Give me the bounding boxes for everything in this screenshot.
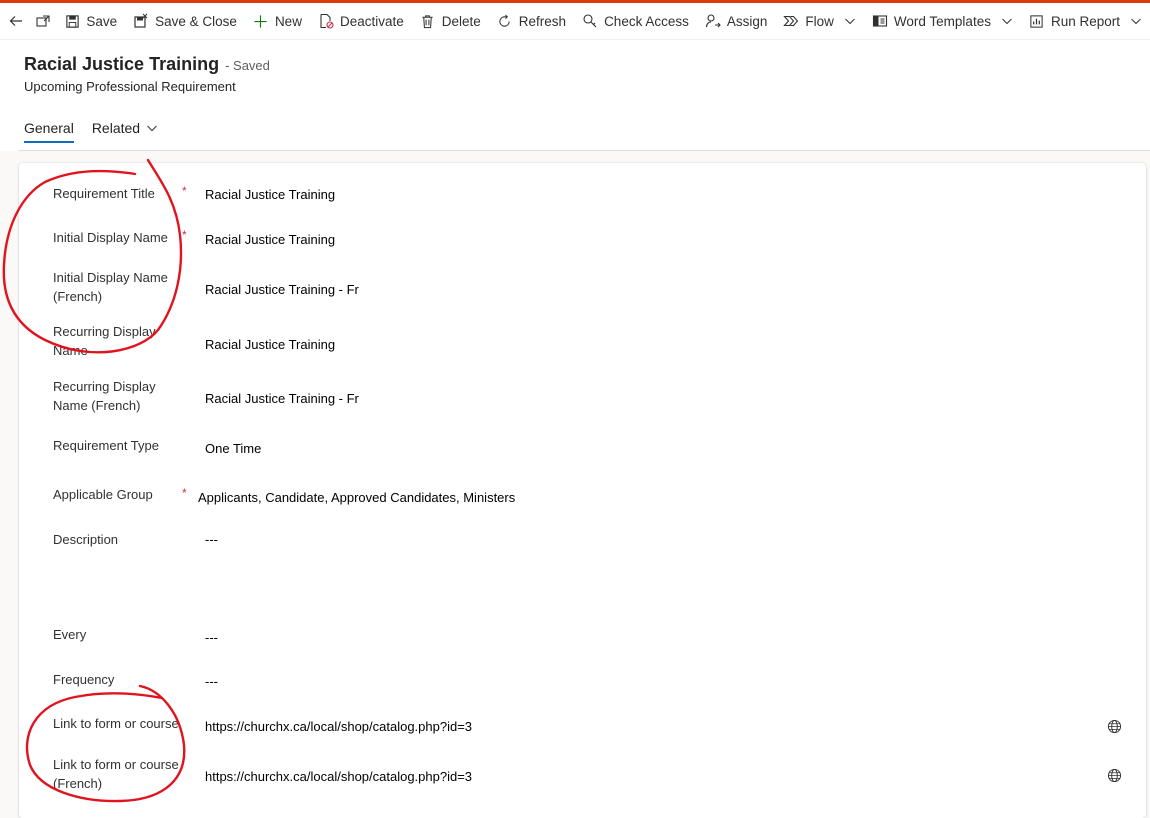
check-access-button[interactable]: Check Access (574, 3, 697, 39)
deactivate-button-label: Deactivate (339, 13, 404, 29)
assign-button[interactable]: Assign (697, 3, 776, 39)
field-value-applicable-group[interactable]: Applicants, Candidate, Approved Candidat… (198, 489, 515, 507)
field-value-every[interactable]: --- (205, 629, 218, 647)
check-access-button-label: Check Access (604, 13, 689, 29)
record-header: Racial Justice Training - Saved Upcoming… (24, 54, 270, 94)
tab-related[interactable]: Related (92, 113, 158, 143)
save-button[interactable]: Save (56, 3, 125, 39)
field-label-description: Description (53, 532, 119, 547)
flow-button[interactable]: Flow (775, 3, 864, 39)
globe-icon[interactable] (1107, 768, 1122, 783)
plus-icon (254, 14, 268, 28)
refresh-icon (499, 14, 510, 27)
new-button-label: New (274, 13, 302, 29)
field-value-link-to-form-or-course[interactable]: https://churchx.ca/local/shop/catalog.ph… (205, 718, 472, 736)
field-value-requirement-title[interactable]: Racial Justice Training (205, 186, 335, 204)
run-report-button[interactable]: Run Report (1021, 3, 1150, 39)
field-value-frequency[interactable]: --- (205, 673, 218, 691)
tab-related-label: Related (91, 120, 141, 136)
command-bar: Save Save & Close New Deactivate Delete … (0, 3, 1150, 40)
assign-button-label: Assign (726, 13, 768, 29)
refresh-button[interactable]: Refresh (489, 3, 574, 39)
word-templates-button[interactable]: Word Templates (864, 3, 1021, 39)
chevron-down-icon (1002, 18, 1012, 25)
chevron-down-icon (147, 125, 157, 132)
globe-icon[interactable] (1107, 719, 1122, 734)
required-marker: * (182, 228, 187, 242)
field-label-initial-display-name-french: Initial Display Name (French) (53, 270, 168, 304)
word-templates-icon (872, 15, 887, 27)
run-report-icon (1030, 14, 1044, 28)
field-value-initial-display-name[interactable]: Racial Justice Training (205, 231, 335, 249)
field-label-applicable-group: Applicable Group (53, 487, 153, 502)
tab-general[interactable]: General (24, 113, 74, 143)
field-value-initial-display-name-french[interactable]: Racial Justice Training - Fr (205, 281, 359, 299)
field-label-requirement-type: Requirement Type (53, 438, 159, 453)
assign-icon (705, 14, 721, 28)
required-marker: * (182, 184, 187, 198)
word-templates-button-label: Word Templates (893, 13, 991, 29)
chevron-down-icon (845, 18, 855, 25)
flow-button-label: Flow (805, 13, 834, 29)
save-close-icon (134, 13, 148, 28)
record-title: Racial Justice Training (24, 54, 220, 74)
field-label-link-to-form-or-course-french: Link to form or course (French) (53, 757, 179, 791)
field-value-recurring-display-name-french[interactable]: Racial Justice Training - Fr (205, 390, 359, 408)
form-tabs: General Related (24, 113, 176, 143)
delete-button[interactable]: Delete (412, 3, 489, 39)
back-button[interactable] (6, 3, 27, 39)
save-icon (66, 14, 79, 28)
chevron-down-icon (1131, 18, 1141, 25)
tab-general-label: General (24, 120, 74, 136)
entity-type-label: Upcoming Professional Requirement (24, 79, 236, 94)
deactivate-button[interactable]: Deactivate (310, 3, 412, 39)
field-label-frequency: Frequency (53, 672, 115, 687)
save-and-close-button[interactable]: Save & Close (125, 3, 245, 39)
save-button-label: Save (86, 13, 118, 29)
new-button[interactable]: New (245, 3, 310, 39)
delete-button-label: Delete (441, 13, 481, 29)
trash-icon (422, 14, 433, 28)
open-in-new-window-button[interactable] (33, 3, 54, 39)
field-label-requirement-title: Requirement Title (53, 186, 155, 201)
save-status: - Saved (225, 58, 270, 73)
field-value-recurring-display-name[interactable]: Racial Justice Training (205, 336, 335, 354)
flow-icon (783, 15, 799, 27)
required-marker: * (182, 486, 187, 500)
field-value-description[interactable]: --- (205, 531, 218, 549)
save-and-close-label: Save & Close (155, 13, 237, 29)
field-label-link-to-form-or-course: Link to form or course (53, 716, 179, 731)
arrow-left-icon (9, 16, 23, 26)
refresh-button-label: Refresh (518, 13, 567, 29)
open-in-new-window-icon (36, 15, 50, 27)
field-label-recurring-display-name-french: Recurring Display Name (French) (53, 379, 156, 413)
field-label-initial-display-name: Initial Display Name (53, 230, 168, 245)
field-label-recurring-display-name: Recurring Display Name (53, 324, 156, 358)
deactivate-icon (320, 13, 334, 29)
run-report-button-label: Run Report (1050, 13, 1120, 29)
field-value-requirement-type[interactable]: One Time (205, 440, 261, 458)
field-value-link-to-form-or-course-french[interactable]: https://churchx.ca/local/shop/catalog.ph… (205, 768, 472, 786)
check-access-icon (583, 14, 597, 28)
field-label-every: Every (53, 627, 87, 642)
